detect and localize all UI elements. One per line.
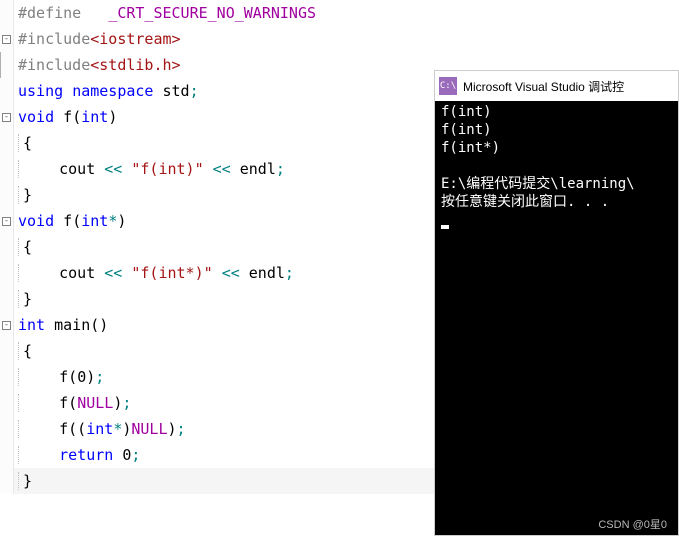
code-line[interactable]: #include<stdlib.h> <box>0 52 440 78</box>
code-line[interactable]: using namespace std; <box>0 78 440 104</box>
code-line[interactable]: } <box>0 468 440 494</box>
code-line[interactable]: -#include<iostream> <box>0 26 440 52</box>
fold-gutter[interactable] <box>0 234 14 260</box>
code-editor[interactable]: #define _CRT_SECURE_NO_WARNINGS-#include… <box>0 0 440 536</box>
fold-toggle-icon[interactable]: - <box>2 35 11 44</box>
code-line[interactable]: -int main() <box>0 312 440 338</box>
fold-gutter[interactable] <box>0 182 14 208</box>
code-content[interactable]: { <box>18 342 32 360</box>
code-content[interactable]: #define _CRT_SECURE_NO_WARNINGS <box>14 4 316 22</box>
code-content[interactable]: cout << "f(int*)" << endl; <box>18 264 294 282</box>
code-content[interactable]: } <box>18 186 32 204</box>
code-content[interactable]: #include<iostream> <box>14 30 181 48</box>
console-output[interactable]: f(int) f(int) f(int*) E:\编程代码提交\learning… <box>435 101 678 535</box>
code-line[interactable]: } <box>0 182 440 208</box>
code-content[interactable]: f((int*)NULL); <box>18 420 186 438</box>
console-window: C:\ Microsoft Visual Studio 调试控 f(int) f… <box>434 70 679 536</box>
code-content[interactable]: return 0; <box>18 446 140 464</box>
fold-gutter[interactable] <box>0 338 14 364</box>
code-line[interactable]: -void f(int*) <box>0 208 440 234</box>
code-line[interactable]: cout << "f(int*)" << endl; <box>0 260 440 286</box>
code-content[interactable]: } <box>18 472 32 490</box>
watermark: CSDN @0星0 <box>598 516 667 532</box>
fold-gutter[interactable] <box>0 0 14 26</box>
console-title: Microsoft Visual Studio 调试控 <box>463 78 624 95</box>
code-content[interactable]: void f(int*) <box>14 212 126 230</box>
fold-gutter[interactable]: - <box>0 26 14 52</box>
code-content[interactable]: f(0); <box>18 368 104 386</box>
code-line[interactable]: return 0; <box>0 442 440 468</box>
code-line[interactable]: { <box>0 338 440 364</box>
fold-gutter[interactable] <box>0 286 14 312</box>
code-line[interactable]: f((int*)NULL); <box>0 416 440 442</box>
fold-gutter[interactable] <box>0 78 14 104</box>
code-line[interactable]: f(0); <box>0 364 440 390</box>
fold-gutter[interactable] <box>0 390 14 416</box>
fold-gutter[interactable] <box>0 442 14 468</box>
fold-gutter[interactable] <box>0 416 14 442</box>
code-line[interactable]: { <box>0 234 440 260</box>
fold-toggle-icon[interactable]: - <box>2 217 11 226</box>
code-content[interactable]: { <box>18 134 32 152</box>
fold-gutter[interactable] <box>0 52 14 78</box>
fold-gutter[interactable]: - <box>0 312 14 338</box>
fold-toggle-icon[interactable]: - <box>2 113 11 122</box>
code-content[interactable]: cout << "f(int)" << endl; <box>18 160 285 178</box>
fold-gutter[interactable]: - <box>0 104 14 130</box>
code-content[interactable]: int main() <box>14 316 108 334</box>
code-line[interactable]: f(NULL); <box>0 390 440 416</box>
code-content[interactable]: #include<stdlib.h> <box>14 56 181 74</box>
fold-gutter[interactable]: - <box>0 208 14 234</box>
fold-gutter[interactable] <box>0 364 14 390</box>
code-line[interactable]: -void f(int) <box>0 104 440 130</box>
code-line[interactable]: } <box>0 286 440 312</box>
code-content[interactable]: { <box>18 238 32 256</box>
code-line[interactable]: cout << "f(int)" << endl; <box>0 156 440 182</box>
code-content[interactable]: f(NULL); <box>18 394 131 412</box>
code-line[interactable]: { <box>0 130 440 156</box>
console-titlebar[interactable]: C:\ Microsoft Visual Studio 调试控 <box>435 71 678 101</box>
code-content[interactable]: } <box>18 290 32 308</box>
fold-gutter[interactable] <box>0 468 14 494</box>
console-app-icon: C:\ <box>439 77 457 95</box>
code-content[interactable]: void f(int) <box>14 108 117 126</box>
fold-toggle-icon[interactable]: - <box>2 321 11 330</box>
fold-gutter[interactable] <box>0 130 14 156</box>
fold-gutter[interactable] <box>0 260 14 286</box>
code-line[interactable]: #define _CRT_SECURE_NO_WARNINGS <box>0 0 440 26</box>
console-cursor <box>441 225 449 229</box>
fold-gutter[interactable] <box>0 156 14 182</box>
code-content[interactable]: using namespace std; <box>14 82 199 100</box>
